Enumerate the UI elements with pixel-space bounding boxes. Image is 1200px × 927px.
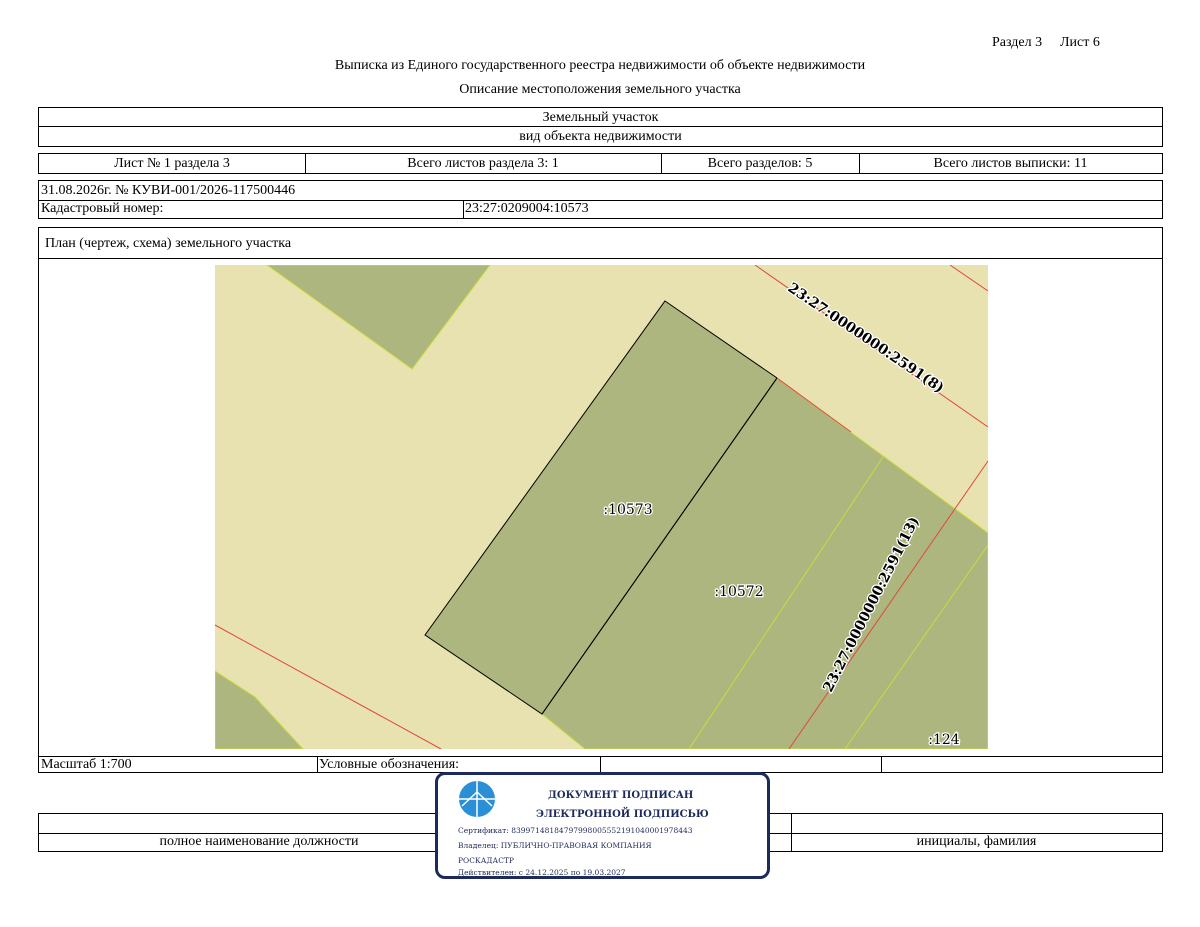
stamp-owner-2: РОСКАДАСТР xyxy=(458,856,514,865)
record-block: 31.08.2026г. № КУВИ-001/2026-117500446 К… xyxy=(38,180,1163,219)
label-parcel-adjacent: :10572 xyxy=(714,584,763,600)
section-number: Раздел 3 xyxy=(992,35,1043,50)
total-sections: Всего разделов: 5 xyxy=(707,155,813,171)
cadastral-number: 23:27:0209004:10573 xyxy=(465,201,589,216)
object-type: Земельный участок xyxy=(542,109,659,125)
stamp-line-2: ЭЛЕКТРОННОЙ ПОДПИСЬЮ xyxy=(536,809,709,820)
electronic-signature-stamp: ДОКУМЕНТ ПОДПИСАН ЭЛЕКТРОННОЙ ПОДПИСЬЮ С… xyxy=(435,772,770,879)
stamp-line-1: ДОКУМЕНТ ПОДПИСАН xyxy=(548,790,694,801)
document-subtitle: Описание местоположения земельного участ… xyxy=(459,82,741,97)
stamp-validity: Действителен: с 24.12.2025 по 19.03.2027 xyxy=(458,868,626,877)
total-extract-sheets: Всего листов выписки: 11 xyxy=(933,155,1088,171)
roskadastr-logo-icon xyxy=(459,781,495,817)
label-parcel-main: :10573 xyxy=(603,502,652,518)
document-title: Выписка из Единого государственного реес… xyxy=(334,58,866,73)
legend-label: Условные обозначения: xyxy=(319,756,460,772)
object-type-caption: вид объекта недвижимости xyxy=(519,128,682,144)
position-caption: полное наименование должности xyxy=(159,834,359,849)
stamp-owner-1: Владелец: ПУБЛИЧНО-ПРАВОВАЯ КОМПАНИЯ xyxy=(458,841,652,850)
object-type-block: Земельный участок вид объекта недвижимос… xyxy=(38,107,1163,147)
scale: Масштаб 1:700 xyxy=(41,756,132,772)
sheet-number: Лист 6 xyxy=(1060,35,1100,50)
label-parcel-corner: :124 xyxy=(928,732,960,748)
plan-title: План (чертеж, схема) земельного участка xyxy=(45,235,292,251)
total-section-sheets: Всего листов раздела 3: 1 xyxy=(407,155,559,171)
record-date-number: 31.08.2026г. № КУВИ-001/2026-117500446 xyxy=(41,182,296,198)
name-caption: инициалы, фамилия xyxy=(916,834,1037,849)
sheet-no: Лист № 1 раздела 3 xyxy=(114,155,230,171)
sheets-info-row: Лист № 1 раздела 3 Всего листов раздела … xyxy=(38,153,1163,174)
stamp-certificate: Сертификат: 8399714818479799800555219104… xyxy=(458,826,693,835)
land-plot-map: :10573 :10572 :124 23:27:0000000:2591(8)… xyxy=(215,265,988,749)
cadastral-label: Кадастровый номер: xyxy=(41,201,164,216)
